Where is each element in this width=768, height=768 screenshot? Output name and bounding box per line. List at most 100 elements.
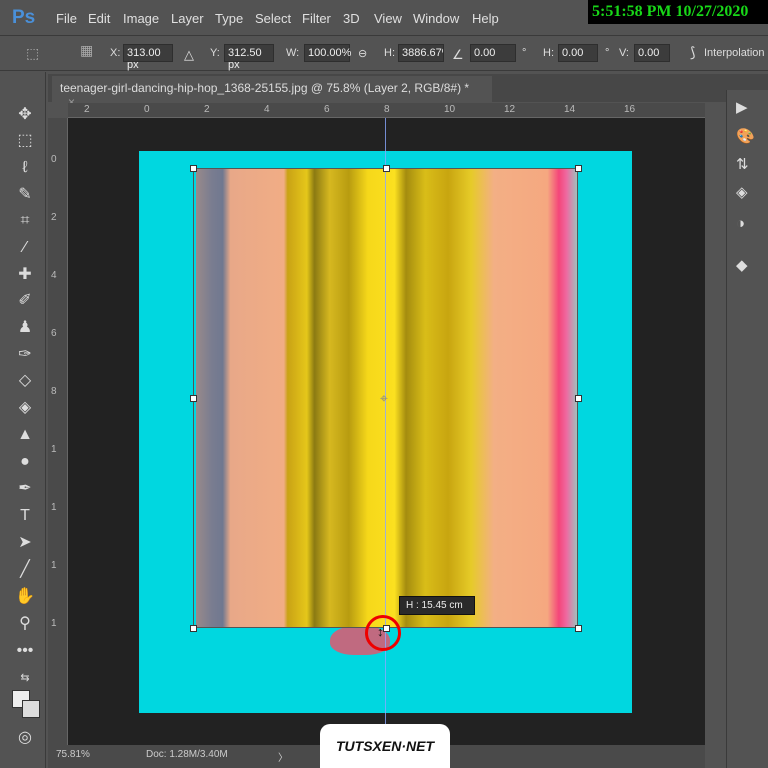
guide-line[interactable] [385,118,386,745]
degree-symbol: ° [522,47,527,59]
status-menu-arrow[interactable]: 〉 [278,749,288,764]
transform-handle[interactable] [190,625,197,632]
x-field[interactable]: 313.00 px [123,44,173,71]
dodge-tool-icon[interactable]: ● [14,452,36,472]
ruler-left-label: 1 [51,502,57,513]
paint-bucket-tool-icon[interactable]: ◈ [14,398,36,418]
ruler-top-label: 0 [144,104,150,115]
ruler-top-label: 2 [204,104,210,115]
play-icon[interactable]: ▶ [736,98,748,116]
menu-layer[interactable]: Layer [171,11,204,26]
stamp-tool-icon[interactable]: ♟ [14,318,36,338]
hskew-label: H: [543,47,554,59]
zoom-level[interactable]: 75.81% [56,749,90,760]
layers-icon[interactable]: ◆ [736,256,748,274]
brush-tool-icon[interactable]: ✐ [14,291,36,311]
height-tooltip: H : 15.45 cm [399,596,475,615]
ruler-left-label: 1 [51,444,57,455]
menu-window[interactable]: Window [413,11,459,26]
interpolation-label[interactable]: Interpolation [704,47,765,59]
ruler-left-label: 2 [51,212,57,223]
adjustments-icon[interactable]: ⇅ [736,155,749,173]
transform-handle[interactable] [575,165,582,172]
delta-icon[interactable]: △ [184,47,194,63]
menu-image[interactable]: Image [123,11,159,26]
menu-type[interactable]: Type [215,11,243,26]
ruler-top-label: 14 [564,104,576,115]
ruler-top-label: 10 [444,104,456,115]
transform-handle[interactable] [383,165,390,172]
hand-tool-icon[interactable]: ✋ [14,587,36,607]
transform-handle[interactable] [575,395,582,402]
transform-icon: ⬚ [26,45,40,61]
blur-tool-icon[interactable]: ▲ [14,425,36,445]
width-field[interactable]: 100.00% [304,44,351,62]
ruler-left-label: 8 [51,386,57,397]
transform-center-icon[interactable]: ⌖ [380,390,388,407]
transform-handle[interactable] [190,165,197,172]
document-title: teenager-girl-dancing-hip-hop_1368-25155… [60,81,470,95]
ruler-top-label: 16 [624,104,636,115]
move-tool-icon[interactable]: ✥ [14,105,36,125]
angle-field[interactable]: 0.00 [470,44,516,62]
zoom-tool-icon[interactable]: ⚲ [14,614,36,634]
path-select-tool-icon[interactable]: ➤ [14,533,36,553]
background-color-swatch[interactable] [22,700,40,718]
ruler-left-label: 1 [51,618,57,629]
swap-colors-tool-icon[interactable]: ⇆ [14,668,36,688]
vskew-field[interactable]: 0.00 [634,44,670,62]
type-tool-icon[interactable]: T [14,506,36,526]
more-tool-icon[interactable]: ••• [14,641,36,661]
interpolation-icon: ⟆ [690,44,696,60]
menu-edit[interactable]: Edit [88,11,110,26]
healing-tool-icon[interactable]: ✚ [14,265,36,285]
document-tab[interactable]: teenager-girl-dancing-hip-hop_1368-25155… [52,76,492,109]
height-field[interactable]: 3886.67% [398,44,444,62]
ruler-top-label: 12 [504,104,516,115]
history-brush-tool-icon[interactable]: ✑ [14,345,36,365]
ruler-top-label: 2 [84,104,90,115]
quick-select-tool-icon[interactable]: ✎ [14,185,36,205]
ruler-left-label: 0 [51,154,57,165]
y-field[interactable]: 312.50 px [224,44,274,71]
quick-mask-tool-icon[interactable]: ◎ [14,728,36,748]
menu-help[interactable]: Help [472,11,499,26]
menu-filter[interactable]: Filter [302,11,331,26]
menu-file[interactable]: File [56,11,77,26]
x-label: X: [110,47,121,59]
lasso-tool-icon[interactable]: ℓ [14,158,36,178]
photoshop-logo: Ps [12,7,36,28]
hskew-field[interactable]: 0.00 [558,44,598,62]
y-label: Y: [210,47,220,59]
3d-icon[interactable]: ◈ [736,183,748,201]
menu-view[interactable]: View [374,11,402,26]
degree-symbol: ° [605,47,610,59]
h-label: H: [384,47,395,59]
transform-handle[interactable] [190,395,197,402]
ruler-top-label: 6 [324,104,330,115]
w-label: W: [286,47,300,59]
eyedropper-tool-icon[interactable]: ⁄ [14,238,36,258]
menu-3d[interactable]: 3D [343,11,360,26]
styles-icon[interactable]: ◑ [736,215,745,232]
clock-overlay: 5:51:58 PM 10/27/2020 [588,0,768,24]
crop-tool-icon[interactable]: ⌗ [14,211,36,231]
link-icon[interactable]: ⊖ [358,47,367,60]
ruler-left-label: 4 [51,270,57,281]
eraser-tool-icon[interactable]: ◇ [14,371,36,391]
pen-tool-icon[interactable]: ✒ [14,479,36,499]
marquee-tool-icon[interactable]: ⬚ [14,131,36,151]
vskew-label: V: [619,47,629,59]
ruler-left-label: 6 [51,328,57,339]
resize-cursor-icon: ↕ [377,624,384,639]
ruler-top-label: 4 [264,104,270,115]
line-tool-icon[interactable]: ╱ [14,560,36,580]
watermark: TUTSXEN·NET [320,724,450,768]
ruler-left-label: 1 [51,560,57,571]
menu-select[interactable]: Select [255,11,291,26]
transform-handle[interactable] [575,625,582,632]
ruler-top-label: 8 [384,104,390,115]
color-palette-icon[interactable]: 🎨 [736,127,755,145]
angle-icon: ∠ [452,47,464,62]
reference-point-icon[interactable]: ▦ [80,42,93,59]
